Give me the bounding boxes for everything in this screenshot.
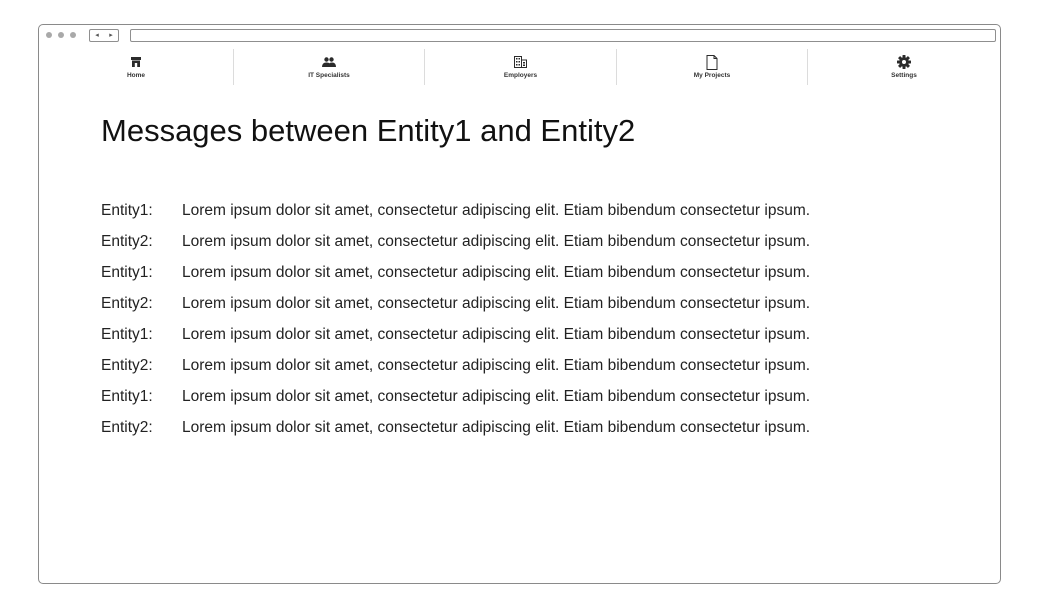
maximize-window-dot[interactable] (70, 32, 76, 38)
tab-my-projects[interactable]: My Projects (616, 49, 807, 85)
browser-window: ◂ ▸ Home IT Specialists Employers My Pro… (38, 24, 1001, 584)
gear-icon (897, 54, 911, 70)
tab-settings[interactable]: Settings (807, 49, 1000, 85)
main-nav: Home IT Specialists Employers My Project… (39, 49, 1000, 85)
home-icon (130, 54, 142, 70)
tab-settings-label: Settings (891, 72, 917, 79)
message-text: Lorem ipsum dolor sit amet, consectetur … (182, 325, 811, 343)
message-row: Entity2: Lorem ipsum dolor sit amet, con… (101, 288, 810, 319)
message-sender: Entity2: (101, 294, 153, 312)
message-sender: Entity1: (101, 263, 153, 281)
message-sender: Entity1: (101, 387, 153, 405)
tab-it-specialists[interactable]: IT Specialists (233, 49, 424, 85)
people-icon (321, 54, 337, 70)
tab-employers[interactable]: Employers (424, 49, 616, 85)
message-text: Lorem ipsum dolor sit amet, consectetur … (182, 418, 811, 436)
message-row: Entity1: Lorem ipsum dolor sit amet, con… (101, 381, 810, 412)
message-text: Lorem ipsum dolor sit amet, consectetur … (182, 387, 811, 405)
message-sender: Entity2: (101, 356, 153, 374)
message-text: Lorem ipsum dolor sit amet, consectetur … (182, 232, 811, 250)
message-row: Entity2: Lorem ipsum dolor sit amet, con… (101, 226, 810, 257)
building-icon (514, 54, 527, 70)
message-row: Entity2: Lorem ipsum dolor sit amet, con… (101, 350, 810, 381)
message-row: Entity1: Lorem ipsum dolor sit amet, con… (101, 257, 810, 288)
tab-home-label: Home (126, 72, 146, 79)
minimize-window-dot[interactable] (58, 32, 64, 38)
tab-my-projects-label: My Projects (693, 72, 731, 79)
page-title: Messages between Entity1 and Entity2 (101, 113, 636, 148)
title-bar: ◂ ▸ (39, 25, 1000, 47)
tab-employers-label: Employers (503, 72, 538, 79)
message-row: Entity1: Lorem ipsum dolor sit amet, con… (101, 195, 810, 226)
message-text: Lorem ipsum dolor sit amet, consectetur … (182, 356, 811, 374)
address-bar[interactable] (130, 29, 996, 42)
history-nav: ◂ ▸ (89, 29, 119, 42)
message-text: Lorem ipsum dolor sit amet, consectetur … (182, 294, 811, 312)
message-row: Entity1: Lorem ipsum dolor sit amet, con… (101, 319, 810, 350)
message-sender: Entity1: (101, 325, 153, 343)
message-sender: Entity2: (101, 418, 153, 436)
back-arrow-icon[interactable]: ◂ (95, 30, 99, 41)
tab-home[interactable]: Home (39, 49, 233, 85)
message-row: Entity2: Lorem ipsum dolor sit amet, con… (101, 412, 810, 443)
forward-arrow-icon[interactable]: ▸ (109, 30, 113, 41)
message-sender: Entity1: (101, 201, 153, 219)
close-window-dot[interactable] (46, 32, 52, 38)
message-list: Entity1: Lorem ipsum dolor sit amet, con… (101, 195, 810, 443)
tab-it-specialists-label: IT Specialists (308, 72, 350, 79)
message-sender: Entity2: (101, 232, 153, 250)
message-text: Lorem ipsum dolor sit amet, consectetur … (182, 201, 811, 219)
message-text: Lorem ipsum dolor sit amet, consectetur … (182, 263, 811, 281)
document-icon (706, 54, 718, 70)
